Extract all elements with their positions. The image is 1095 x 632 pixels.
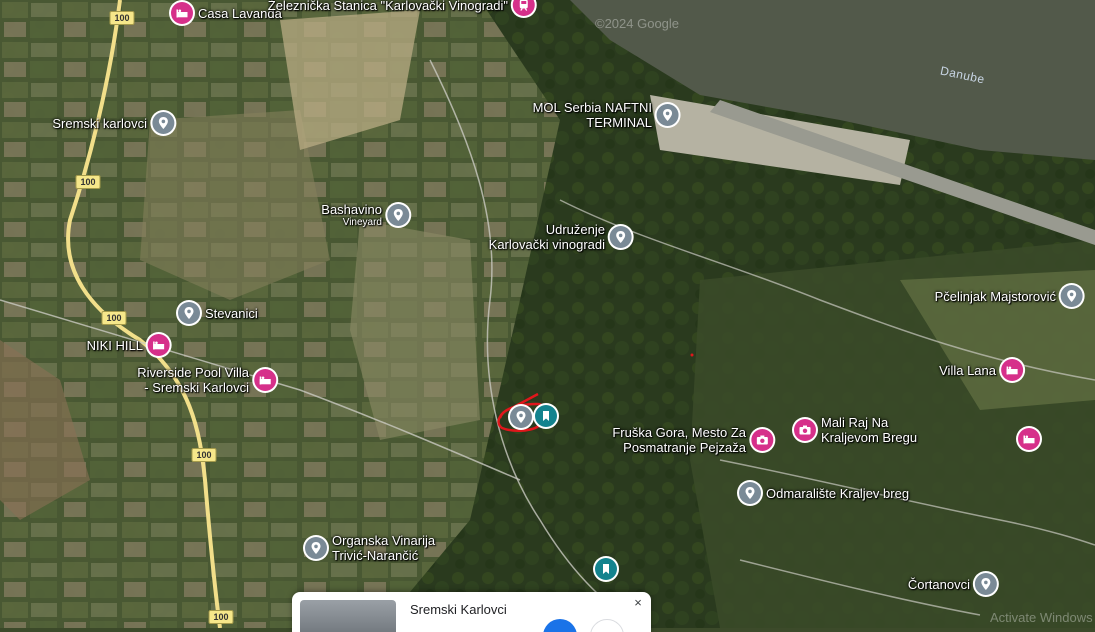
place-label[interactable]: Odmaralište Kraljev breg <box>766 486 909 501</box>
place-marker-bookmark-south[interactable] <box>595 558 617 580</box>
pin-icon[interactable] <box>510 406 532 428</box>
place-marker-mol-serbia[interactable]: MOL Serbia NAFTNI TERMINAL <box>533 100 679 130</box>
place-label[interactable]: Sremski karlovci <box>52 116 147 131</box>
hotel-icon[interactable] <box>1018 428 1040 450</box>
place-marker-niki-hill[interactable]: NIKI HILL <box>87 334 170 356</box>
activate-windows-text: Activate Windows <box>990 610 1093 625</box>
hotel-icon[interactable] <box>254 369 276 391</box>
place-label-line1: Riverside Pool Villa <box>137 365 249 380</box>
place-label[interactable]: Pčelinjak Majstorović <box>935 289 1056 304</box>
pin-icon[interactable] <box>178 302 200 324</box>
place-marker-selected-pin[interactable] <box>510 406 532 428</box>
pin-icon[interactable] <box>305 537 327 559</box>
camera-icon[interactable] <box>751 429 773 451</box>
place-label[interactable]: MOL Serbia NAFTNI TERMINAL <box>533 100 652 130</box>
place-label-line1: Organska Vinarija <box>332 533 436 548</box>
road-shield-100-top: 100 <box>109 11 135 25</box>
place-label[interactable]: Udruženje Karlovački vinogradi <box>489 222 605 252</box>
place-marker-riverside[interactable]: Riverside Pool Villa - Sremski Karlovci <box>137 365 276 395</box>
place-label-line1: Pčelinjak Majstorović <box>934 288 1056 304</box>
place-title: Sremski Karlovci <box>410 602 507 617</box>
pin-icon[interactable] <box>152 112 174 134</box>
place-label-line2: TERMINAL <box>586 115 652 130</box>
place-label[interactable]: NIKI HILL <box>87 338 143 353</box>
place-marker-pcelinjak[interactable]: Pčelinjak Majstorović <box>935 285 1083 307</box>
place-label[interactable]: Organska Vinarija Trivić-Narančić <box>332 533 435 563</box>
hotel-icon[interactable] <box>1001 359 1023 381</box>
place-marker-udruzenje[interactable]: Udruženje Karlovački vinogradi <box>489 222 632 252</box>
place-label-line2: Vineyard <box>342 217 382 228</box>
place-marker-cortanovci[interactable]: Čortanovci <box>908 573 997 595</box>
hotel-icon[interactable] <box>171 2 193 24</box>
place-marker-sremski-karlovci[interactable]: Sremski karlovci <box>52 112 174 134</box>
place-marker-hotel-east[interactable] <box>1018 428 1040 450</box>
place-marker-fruska-gora[interactable]: Fruška Gora, Mesto Za Posmatranje Pejzaža <box>612 425 773 455</box>
bookmark-icon[interactable] <box>595 558 617 580</box>
road-shield-100-upper: 100 <box>75 175 101 189</box>
close-icon[interactable]: × <box>631 596 645 610</box>
place-label-line1: Sremski karlovci <box>52 115 147 131</box>
place-label-line2: Trivić-Narančić <box>332 548 419 563</box>
place-marker-villa-lana[interactable]: Villa Lana <box>939 359 1023 381</box>
save-button[interactable] <box>590 619 624 632</box>
satellite-map[interactable] <box>0 0 1095 628</box>
place-marker-stevanici[interactable]: Stevanici <box>178 302 258 324</box>
place-label-line1: Villa Lana <box>939 362 996 378</box>
place-label-line1: NIKI HILL <box>86 337 143 353</box>
place-label[interactable]: Bashavino Vineyard <box>321 202 382 228</box>
pin-icon[interactable] <box>1061 285 1083 307</box>
pin-icon[interactable] <box>739 482 761 504</box>
place-marker-organska[interactable]: Organska Vinarija Trivić-Narančić <box>305 533 435 563</box>
place-label-line1: Odmaralište Kraljev breg <box>766 485 910 501</box>
place-thumbnail[interactable] <box>300 600 396 632</box>
place-marker-odmaraliste[interactable]: Odmaralište Kraljev breg <box>739 482 909 504</box>
place-label[interactable]: Riverside Pool Villa - Sremski Karlovci <box>137 365 249 395</box>
place-label[interactable]: Čortanovci <box>908 577 970 592</box>
place-info-card[interactable]: Sremski Karlovci × <box>292 592 651 632</box>
place-label[interactable]: Fruška Gora, Mesto Za Posmatranje Pejzaža <box>612 425 746 455</box>
pin-icon[interactable] <box>657 104 679 126</box>
train-icon[interactable] <box>513 0 535 16</box>
camera-icon[interactable] <box>794 419 816 441</box>
place-marker-bashavino[interactable]: Bashavino Vineyard <box>321 202 409 228</box>
place-label-line2: Posmatranje Pejzaža <box>623 440 746 455</box>
place-label-line1: Železnička Stanica "Karlovački Vinogradi… <box>267 0 508 13</box>
place-label[interactable]: Mali Raj Na Kraljevom Bregu <box>821 415 917 445</box>
pin-icon[interactable] <box>387 204 409 226</box>
place-marker-mali-raj[interactable]: Mali Raj Na Kraljevom Bregu <box>794 415 917 445</box>
road-shield-100-lower: 100 <box>191 448 217 462</box>
place-label-line2: - Sremski Karlovci <box>144 380 249 395</box>
place-marker-bookmark-center[interactable] <box>535 405 557 427</box>
place-label-line2: Kraljevom Bregu <box>821 430 918 445</box>
red-dot <box>690 353 694 357</box>
place-label[interactable]: Železnička Stanica "Karlovački Vinogradi… <box>268 0 508 13</box>
place-label-line1: Bashavino <box>321 202 382 217</box>
place-label[interactable]: Villa Lana <box>939 363 996 378</box>
place-label-line1: Fruška Gora, Mesto Za <box>612 425 746 440</box>
place-marker-casa-lavanda[interactable]: Casa Lavanda <box>171 2 282 24</box>
place-label-line2: Karlovački vinogradi <box>488 237 605 252</box>
pin-icon[interactable] <box>610 226 632 248</box>
road-shield-100-bottom: 100 <box>208 610 234 624</box>
place-marker-zeleznicka[interactable]: Železnička Stanica "Karlovački Vinogradi… <box>268 0 535 16</box>
pin-icon[interactable] <box>975 573 997 595</box>
place-label-line1: Udruženje <box>545 222 605 237</box>
place-label-line1: Mali Raj Na <box>821 415 889 430</box>
google-watermark: ©2024 Google <box>595 16 680 31</box>
road-shield-100-mid: 100 <box>101 311 127 325</box>
bookmark-icon[interactable] <box>535 405 557 427</box>
place-label-line1: MOL Serbia NAFTNI <box>532 100 652 115</box>
place-label-line1: Čortanovci <box>907 576 970 592</box>
hotel-icon[interactable] <box>148 334 170 356</box>
place-label[interactable]: Stevanici <box>205 306 258 321</box>
directions-button[interactable] <box>543 619 577 632</box>
place-label-line1: Stevanici <box>205 305 258 321</box>
